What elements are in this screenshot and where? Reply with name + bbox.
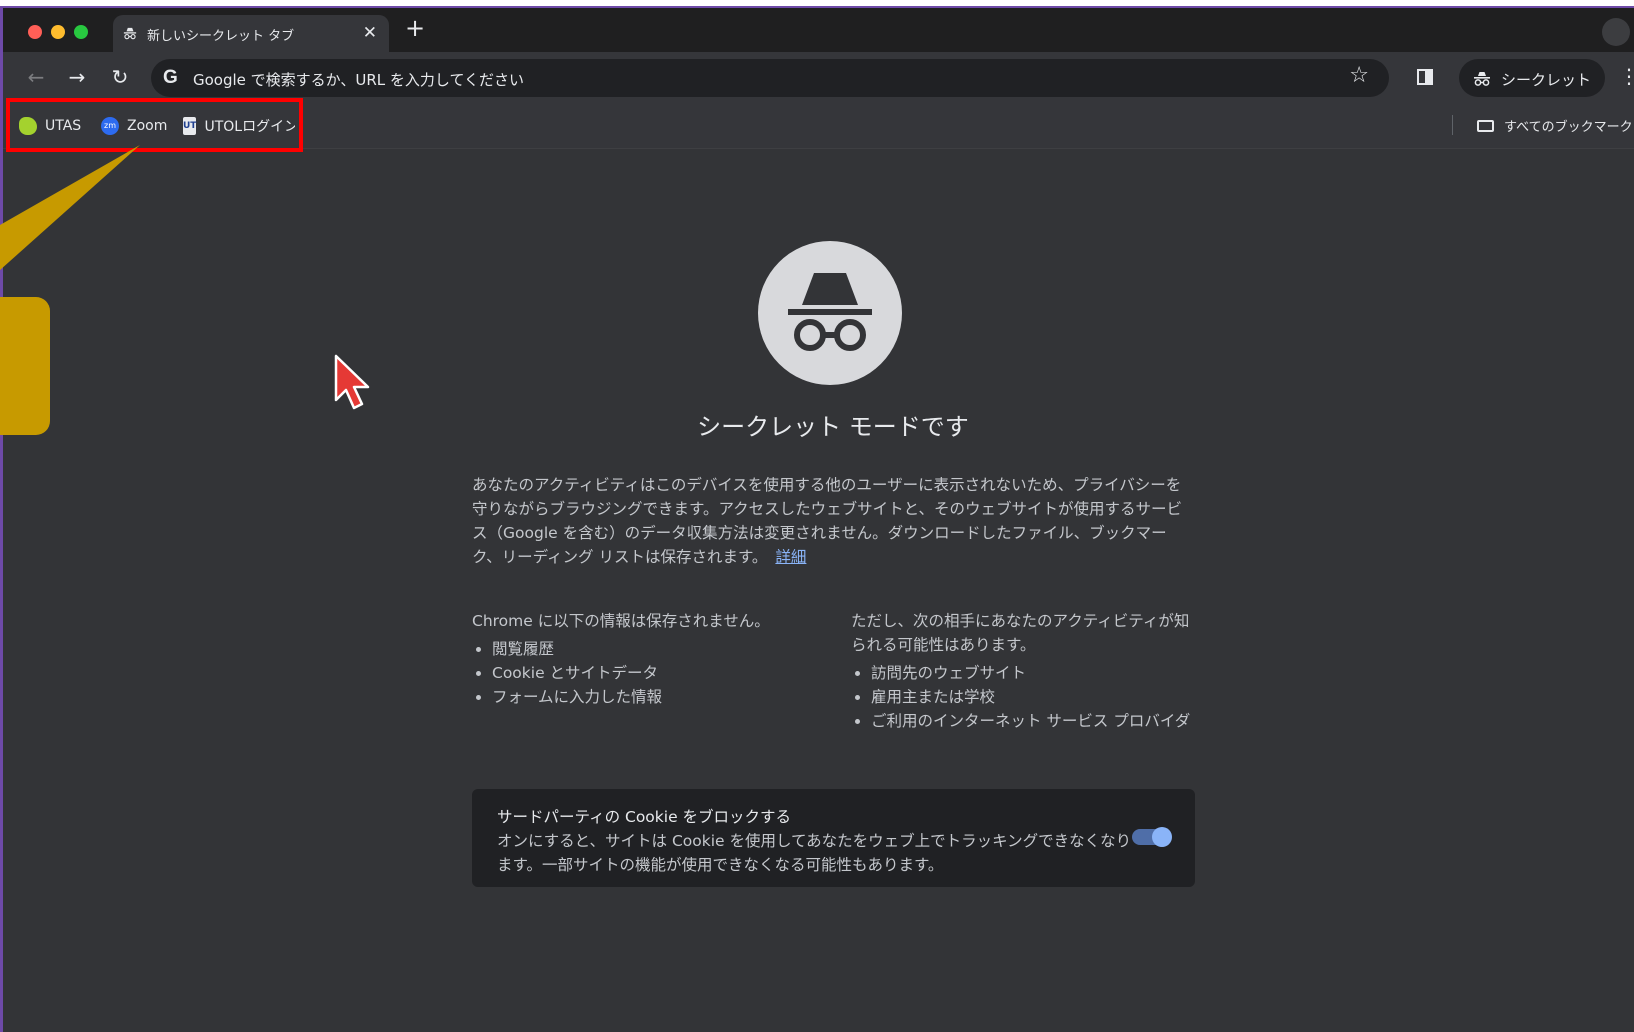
tab-search-button[interactable] bbox=[1602, 18, 1630, 46]
incognito-profile-button[interactable]: シークレット bbox=[1459, 59, 1605, 97]
all-bookmarks-button[interactable]: すべてのブックマーク bbox=[1477, 116, 1633, 135]
forward-arrow-icon[interactable]: → bbox=[64, 64, 90, 90]
visible-list: 訪問先のウェブサイト 雇用主または学校 ご利用のインターネット サービス プロバ… bbox=[851, 661, 1196, 733]
third-party-cookie-card: サードパーティの Cookie をブロックする オンにすると、サイトは Cook… bbox=[472, 789, 1195, 887]
list-item: 閲覧履歴 bbox=[492, 637, 832, 661]
new-tab-button[interactable]: + bbox=[405, 14, 425, 42]
bookmarks-highlight-box bbox=[6, 98, 303, 152]
list-item: 訪問先のウェブサイト bbox=[871, 661, 1196, 685]
bookmarks-divider bbox=[1452, 115, 1453, 135]
minimize-window-button[interactable] bbox=[51, 25, 65, 39]
all-bookmarks-label: すべてのブックマーク bbox=[1504, 120, 1633, 135]
back-arrow-icon[interactable]: ← bbox=[23, 64, 49, 90]
incognito-hero-icon bbox=[758, 241, 902, 385]
list-item: 雇用主または学校 bbox=[871, 685, 1196, 709]
not-saved-heading: Chrome に以下の情報は保存されません。 bbox=[472, 612, 770, 630]
tab-incognito[interactable]: 新しいシークレット タブ ✕ bbox=[113, 15, 389, 52]
close-window-button[interactable] bbox=[28, 25, 42, 39]
google-icon: G bbox=[163, 67, 178, 88]
incognito-label: シークレット bbox=[1501, 71, 1592, 89]
incognito-icon bbox=[1474, 72, 1490, 86]
description-text: あなたのアクティビティはこのデバイスを使用する他のユーザーに表示されないため、プ… bbox=[472, 476, 1183, 566]
tab-title: 新しいシークレット タブ bbox=[147, 29, 295, 44]
visible-heading: ただし、次の相手にあなたのアクティビティが知られる可能性はあります。 bbox=[851, 612, 1190, 654]
callout-pointer bbox=[0, 145, 140, 270]
reload-icon[interactable]: ↻ bbox=[107, 64, 133, 90]
browser-window: 新しいシークレット タブ ✕ + ← → ↻ G Google で検索するか、U… bbox=[0, 6, 1634, 1032]
cookie-title: サードパーティの Cookie をブロックする bbox=[497, 808, 792, 826]
close-tab-icon[interactable]: ✕ bbox=[363, 23, 377, 43]
list-item: フォームに入力した情報 bbox=[492, 685, 832, 709]
list-item: ご利用のインターネット サービス プロバイダ bbox=[871, 709, 1196, 733]
toolbar: ← → ↻ G Google で検索するか、URL を入力してください ☆ シー… bbox=[3, 52, 1634, 104]
incognito-description: あなたのアクティビティはこのデバイスを使用する他のユーザーに表示されないため、プ… bbox=[472, 473, 1196, 569]
list-item: Cookie とサイトデータ bbox=[492, 661, 832, 685]
not-saved-section: Chrome に以下の情報は保存されません。 閲覧履歴 Cookie とサイトデ… bbox=[472, 609, 832, 709]
bookmark-star-icon[interactable]: ☆ bbox=[1349, 63, 1369, 88]
learn-more-link[interactable]: 詳細 bbox=[775, 548, 806, 566]
tab-strip: 新しいシークレット タブ ✕ + bbox=[3, 8, 1634, 52]
visible-to-section: ただし、次の相手にあなたのアクティビティが知られる可能性はあります。 訪問先のウ… bbox=[851, 609, 1196, 733]
not-saved-list: 閲覧履歴 Cookie とサイトデータ フォームに入力した情報 bbox=[472, 637, 832, 709]
incognito-icon bbox=[123, 27, 137, 40]
side-panel-icon[interactable] bbox=[1417, 69, 1433, 85]
toggle-knob bbox=[1152, 827, 1172, 847]
mouse-cursor-icon bbox=[334, 354, 370, 410]
incognito-icon bbox=[788, 273, 872, 351]
page-title: シークレット モードです bbox=[697, 413, 969, 441]
omnibox[interactable]: G Google で検索するか、URL を入力してください ☆ bbox=[151, 59, 1389, 97]
cookie-description: オンにすると、サイトは Cookie を使用してあなたをウェブ上でトラッキングで… bbox=[497, 832, 1132, 874]
more-menu-icon[interactable]: ⋮ bbox=[1619, 64, 1634, 88]
callout-box bbox=[0, 297, 50, 435]
maximize-window-button[interactable] bbox=[74, 25, 88, 39]
folder-icon bbox=[1477, 119, 1494, 132]
omnibox-placeholder: Google で検索するか、URL を入力してください bbox=[193, 71, 524, 89]
block-cookies-toggle[interactable] bbox=[1132, 827, 1172, 847]
incognito-page: シークレット モードです あなたのアクティビティはこのデバイスを使用する他のユー… bbox=[3, 149, 1634, 1032]
